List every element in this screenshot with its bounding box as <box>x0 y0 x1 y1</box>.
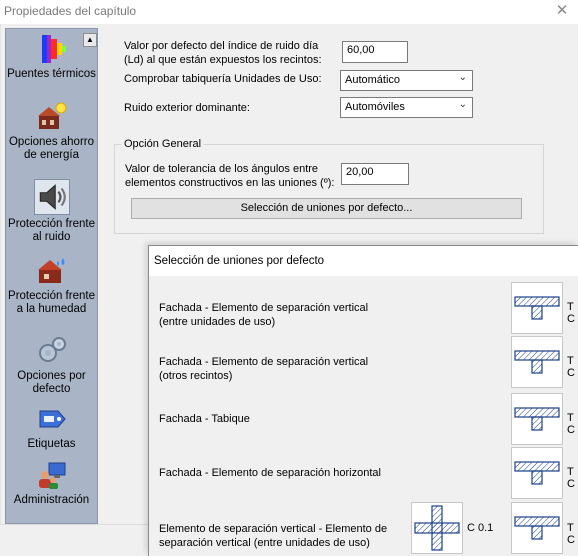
joint-code-right: T C <box>567 355 575 379</box>
joint-selector[interactable] <box>511 282 563 334</box>
exterior-noise-value: Automóviles <box>345 101 405 113</box>
sidebar-list: ▲ Puentes térmicos Opciones ahorro de en… <box>5 28 98 524</box>
sidebar-item-label: Opciones ahorro de energía <box>8 136 95 161</box>
joint-code-right: T C <box>567 301 575 325</box>
sidebar-item-thermal-bridges[interactable]: Puentes térmicos <box>6 33 97 81</box>
admin-icon <box>38 462 65 489</box>
tolerance-input[interactable]: 20,00 <box>341 163 409 185</box>
joint-row-label: Fachada - Elemento de separación vertica… <box>159 302 369 328</box>
cross-joint-icon <box>414 505 460 551</box>
general-option-legend: Opción General <box>121 138 205 150</box>
joint-row-label: Elemento de separación vertical - Elemen… <box>159 523 388 549</box>
t-joint-icon <box>514 407 560 431</box>
joint-selector[interactable] <box>511 447 563 499</box>
sidebar: ▲ Puentes térmicos Opciones ahorro de en… <box>0 24 99 524</box>
thermal-bridge-icon <box>41 35 66 63</box>
joint-row-label: Fachada - Tabique <box>159 413 250 425</box>
sidebar-item-label: Opciones por defecto <box>17 370 86 395</box>
joint-selector[interactable] <box>411 502 463 554</box>
sidebar-item-administration[interactable]: Administración <box>6 459 97 507</box>
dialog-title: Selección de uniones por defecto <box>149 246 578 276</box>
t-joint-icon <box>514 296 560 320</box>
humidity-icon <box>37 258 64 283</box>
tag-icon <box>39 410 66 428</box>
joint-row-label: Fachada - Elemento de separación vertica… <box>159 356 369 382</box>
joint-code-left: C 0.1 <box>467 522 494 534</box>
t-joint-icon <box>514 516 560 540</box>
partition-check-select[interactable]: Automático ⌄ <box>340 70 473 91</box>
speaker-icon <box>33 179 70 215</box>
general-option-group: Opción General Valor de tolerancia de lo… <box>114 138 544 234</box>
joint-code-right: T C <box>567 466 575 490</box>
partition-check-value: Automático <box>345 74 401 86</box>
joint-row-label: Fachada - Elemento de separación horizon… <box>159 467 381 479</box>
joint-code-right: T C <box>567 522 575 546</box>
sidebar-item-humidity-protection[interactable]: Protección frente a la humedad <box>6 255 97 316</box>
chapter-properties-window: Propiedades del capítulo ✕ ▲ Puentes tér… <box>0 0 578 556</box>
sidebar-item-noise-protection[interactable]: Protección frente al ruido <box>6 179 97 244</box>
exterior-noise-select[interactable]: Automóviles ⌄ <box>340 97 473 118</box>
sidebar-item-label: Administración <box>13 494 90 506</box>
close-button[interactable]: ✕ <box>552 1 572 21</box>
sidebar-item-tags[interactable]: Etiquetas <box>6 403 97 451</box>
t-joint-icon <box>514 461 560 485</box>
sidebar-item-label: Protección frente al ruido <box>8 218 95 243</box>
chevron-down-icon: ⌄ <box>458 72 467 83</box>
energy-saving-icon <box>37 102 66 129</box>
sidebar-item-default-options[interactable]: Opciones por defecto <box>6 335 97 396</box>
window-title: Propiedades del capítulo <box>4 4 137 18</box>
exterior-noise-label: Ruido exterior dominante: <box>124 102 250 114</box>
gears-icon <box>38 337 66 362</box>
tolerance-label: Valor de tolerancia de los ángulos entre… <box>125 163 335 189</box>
noise-index-label: Valor por defecto del índice de ruido dí… <box>124 40 322 66</box>
default-joints-dialog: Selección de uniones por defecto Fachada… <box>148 245 578 556</box>
chevron-down-icon: ⌄ <box>458 99 467 110</box>
joint-selector[interactable] <box>511 336 563 388</box>
sidebar-item-label: Puentes térmicos <box>7 68 96 80</box>
joint-selector[interactable] <box>511 502 563 554</box>
title-bar: Propiedades del capítulo ✕ <box>0 0 578 24</box>
sidebar-item-label: Etiquetas <box>27 438 76 450</box>
sidebar-item-label: Protección frente a la humedad <box>8 290 95 315</box>
partition-check-label: Comprobar tabiquería Unidades de Uso: <box>124 73 322 85</box>
sidebar-item-energy-saving[interactable]: Opciones ahorro de energía <box>6 101 97 162</box>
t-joint-icon <box>514 350 560 374</box>
default-joints-button[interactable]: Selección de uniones por defecto... <box>131 198 522 219</box>
noise-index-input[interactable]: 60,00 <box>342 41 408 63</box>
joint-code-right: T C <box>567 412 575 436</box>
joint-selector[interactable] <box>511 393 563 445</box>
